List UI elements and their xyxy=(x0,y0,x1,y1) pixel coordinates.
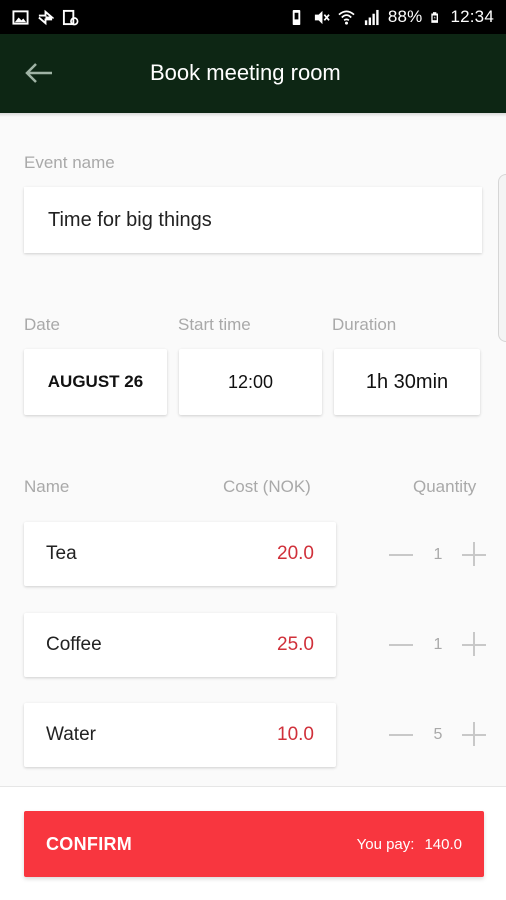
page-title: Book meeting room xyxy=(150,60,341,85)
start-time-label: Start time xyxy=(178,315,251,334)
list-item: Water 10.0 xyxy=(24,703,336,767)
duration-label: Duration xyxy=(332,315,397,334)
side-drawer-handle[interactable] xyxy=(498,174,506,342)
quantity-stepper: 1 xyxy=(388,632,488,658)
clock: 12:34 xyxy=(450,7,494,26)
status-right-icons: 88% 12:34 xyxy=(288,7,494,27)
total-payment: You pay: 140.0 xyxy=(357,836,462,853)
battery-icon xyxy=(431,11,439,23)
minus-icon xyxy=(389,644,413,646)
list-item: Tea 20.0 xyxy=(24,522,336,586)
item-name: Water xyxy=(46,724,96,745)
item-name: Coffee xyxy=(46,634,102,655)
name-column-header: Name xyxy=(24,477,70,496)
quantity-value: 1 xyxy=(433,546,443,563)
status-left-icons xyxy=(12,9,79,26)
quantity-value: 5 xyxy=(433,726,443,743)
quantity-stepper: 1 xyxy=(388,542,488,568)
battery-percent: 88% xyxy=(387,7,423,26)
quantity-stepper: 5 xyxy=(388,722,488,748)
back-button[interactable] xyxy=(22,58,56,88)
vibrate-icon xyxy=(292,9,301,25)
event-name-input[interactable] xyxy=(24,187,482,253)
pay-value: 140.0 xyxy=(424,835,462,853)
device-icon xyxy=(62,9,79,25)
start-time-picker[interactable]: 12:00 xyxy=(179,349,322,415)
date-picker[interactable]: AUGUST 26 xyxy=(24,349,167,415)
mute-icon xyxy=(314,10,330,24)
confirm-button[interactable]: CONFIRM You pay: 140.0 xyxy=(24,811,484,877)
minus-icon xyxy=(389,734,413,736)
item-cost: 20.0 xyxy=(277,543,314,564)
app-bar-shadow xyxy=(0,113,506,117)
signal-icon xyxy=(364,9,379,25)
quantity-column-header: Quantity xyxy=(413,477,477,496)
confirm-label: CONFIRM xyxy=(46,833,133,854)
cost-column-header: Cost (NOK) xyxy=(223,477,311,496)
date-label: Date xyxy=(24,315,60,334)
arrow-left-icon xyxy=(25,63,52,83)
decrease-quantity-button[interactable] xyxy=(388,542,414,568)
wifi-icon xyxy=(338,10,355,25)
increase-quantity-button[interactable] xyxy=(462,722,488,748)
duration-picker[interactable]: 1h 30min xyxy=(334,349,480,415)
item-cost: 25.0 xyxy=(277,634,314,655)
increase-quantity-button[interactable] xyxy=(462,632,488,658)
decrease-quantity-button[interactable] xyxy=(388,632,414,658)
app-bar: Book meeting room xyxy=(0,34,506,113)
decrease-quantity-button[interactable] xyxy=(388,722,414,748)
minus-icon xyxy=(389,554,413,556)
pay-label: You pay: xyxy=(356,835,415,853)
item-name: Tea xyxy=(46,543,77,564)
status-bar: 88% 12:34 xyxy=(0,0,506,34)
image-icon xyxy=(12,9,29,25)
item-cost: 10.0 xyxy=(277,724,314,745)
list-item: Coffee 25.0 xyxy=(24,613,336,677)
sync-icon xyxy=(38,9,54,25)
quantity-value: 1 xyxy=(433,636,443,653)
event-name-label: Event name xyxy=(24,153,115,172)
increase-quantity-button[interactable] xyxy=(462,542,488,568)
